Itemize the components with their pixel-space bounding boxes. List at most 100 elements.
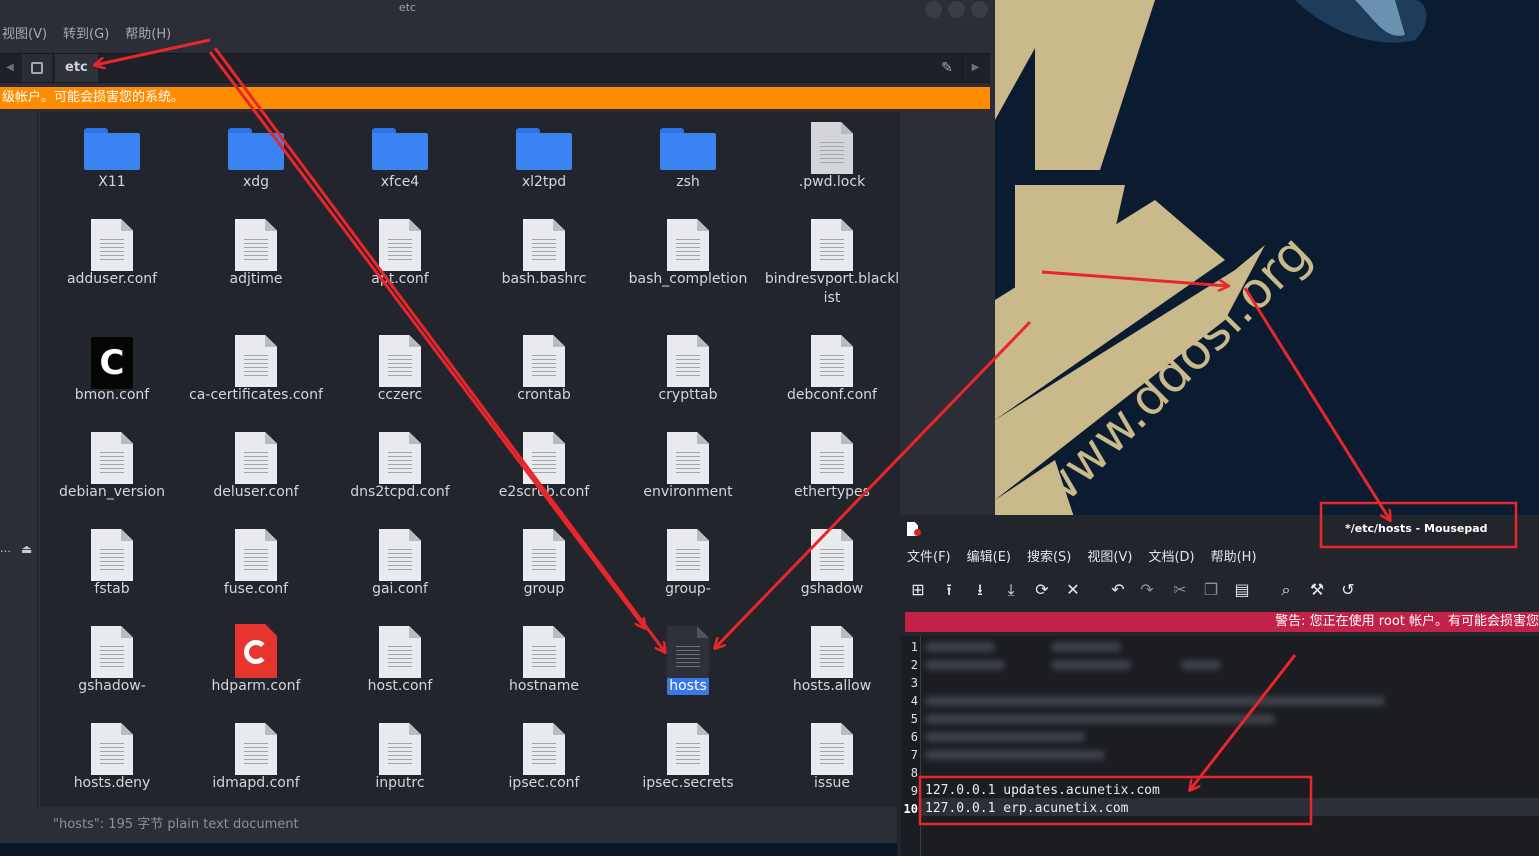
file-icon-slot [40, 112, 184, 172]
line-number: 4 [910, 694, 918, 708]
file-item[interactable]: zsh [616, 112, 760, 192]
scroll-left-icon[interactable]: ◀ [0, 54, 20, 82]
close-button[interactable] [971, 1, 988, 18]
paste-icon[interactable]: ▤ [1229, 575, 1255, 605]
menu-file[interactable]: 文件(F) [907, 546, 951, 570]
file-item[interactable]: gai.conf [328, 519, 472, 599]
file-item[interactable]: debian_version [40, 422, 184, 502]
file-item[interactable]: Cbmon.conf [40, 325, 184, 405]
go-to-icon[interactable]: ↺ [1335, 575, 1361, 605]
reload-icon[interactable]: ⟳ [1029, 575, 1055, 605]
file-item[interactable]: group [472, 519, 616, 599]
file-item[interactable]: debconf.conf [760, 325, 900, 405]
file-label: environment [616, 483, 760, 502]
file-item[interactable]: bindresvport.blacklist [760, 209, 900, 308]
file-icon-slot [616, 209, 760, 271]
file-icon-slot [40, 519, 184, 581]
file-item[interactable]: adjtime [184, 209, 328, 289]
file-item[interactable]: X11 [40, 112, 184, 192]
file-item[interactable]: bash_completion [616, 209, 760, 289]
file-item[interactable]: fuse.conf [184, 519, 328, 599]
file-icon-slot [184, 713, 328, 775]
line-number-gutter: 1 2 3 4 5 6 7 8 9 10 [901, 636, 921, 856]
text-editor[interactable]: 1 2 3 4 5 6 7 8 9 10 127.0.0.1 updates.a… [901, 636, 1539, 856]
filesystem-root-button[interactable] [22, 54, 52, 82]
menu-document[interactable]: 文档(D) [1148, 546, 1194, 570]
file-icon-slot [40, 422, 184, 484]
menu-help[interactable]: 帮助(H) [1211, 546, 1257, 570]
menu-go[interactable]: 转到(G) [63, 22, 109, 48]
file-item[interactable]: ca-certificates.conf [184, 325, 328, 405]
edit-path-icon[interactable]: ✎ [935, 54, 959, 82]
save-icon[interactable]: ⭳ [967, 575, 993, 605]
maximize-button[interactable] [948, 1, 965, 18]
menu-view[interactable]: 视图(V) [2, 22, 47, 48]
new-document-icon[interactable]: ⊞ [905, 575, 931, 605]
file-item[interactable]: hosts [616, 616, 760, 696]
file-item[interactable]: crontab [472, 325, 616, 405]
file-item[interactable]: crypttab [616, 325, 760, 405]
undo-icon[interactable]: ↶ [1105, 575, 1131, 605]
file-item[interactable]: ethertypes [760, 422, 900, 502]
scroll-right-icon[interactable]: ▶ [962, 54, 988, 82]
file-label: ethertypes [760, 483, 900, 502]
cut-icon[interactable]: ✂ [1167, 575, 1193, 605]
file-name: ipsec.conf [508, 775, 580, 791]
save-as-icon[interactable]: ⤓ [998, 575, 1024, 605]
file-item[interactable]: e2scrub.conf [472, 422, 616, 502]
document-icon [811, 335, 853, 387]
menu-view[interactable]: 视图(V) [1087, 546, 1132, 570]
menu-search[interactable]: 搜索(S) [1027, 546, 1071, 570]
open-icon[interactable]: ⭱ [936, 575, 962, 605]
file-item[interactable]: ipsec.secrets [616, 713, 760, 793]
file-item[interactable]: deluser.conf [184, 422, 328, 502]
eject-icon[interactable]: ⏏ [21, 542, 32, 556]
file-item[interactable]: .pwd.lock [760, 112, 900, 192]
file-item[interactable]: idmapd.conf [184, 713, 328, 793]
file-item[interactable]: fstab [40, 519, 184, 599]
file-item[interactable]: inputrc [328, 713, 472, 793]
menu-help[interactable]: 帮助(H) [125, 22, 171, 48]
document-icon [379, 723, 421, 775]
minimize-button[interactable] [925, 1, 942, 18]
menubar: 文件(F) 编辑(E) 搜索(S) 视图(V) 文档(D) 帮助(H) [897, 546, 1257, 570]
file-item[interactable]: apt.conf [328, 209, 472, 289]
redacted-text [1051, 642, 1121, 652]
file-item[interactable]: cczerc [328, 325, 472, 405]
file-item[interactable]: gshadow- [40, 616, 184, 696]
file-item[interactable]: adduser.conf [40, 209, 184, 289]
close-icon[interactable]: ✕ [1060, 575, 1086, 605]
find-icon[interactable]: ⌕ [1273, 575, 1299, 605]
menubar: 视图(V) 转到(G) 帮助(H) [0, 22, 171, 48]
find-replace-icon[interactable]: ⚒ [1304, 575, 1330, 605]
document-icon [811, 529, 853, 581]
file-item[interactable]: hosts.allow [760, 616, 900, 696]
document-icon [91, 723, 133, 775]
document-icon [811, 432, 853, 484]
file-item[interactable]: hdparm.conf [184, 616, 328, 696]
redo-icon[interactable]: ↷ [1134, 575, 1160, 605]
file-item[interactable]: ipsec.conf [472, 713, 616, 793]
file-item[interactable]: gshadow [760, 519, 900, 599]
file-item[interactable]: host.conf [328, 616, 472, 696]
file-item[interactable]: group- [616, 519, 760, 599]
file-item[interactable]: xfce4 [328, 112, 472, 192]
root-warning-banner: 警告: 您正在使用 root 帐户。有可能会损害您 [905, 612, 1539, 632]
redacted-text [925, 642, 995, 652]
copy-icon[interactable]: ❐ [1198, 575, 1224, 605]
file-name: ethertypes [794, 484, 870, 500]
breadcrumb-etc[interactable]: etc [55, 54, 98, 82]
file-item[interactable]: dns2tcpd.conf [328, 422, 472, 502]
file-item[interactable]: issue [760, 713, 900, 793]
file-name: gshadow [800, 581, 864, 597]
menu-edit[interactable]: 编辑(E) [967, 546, 1011, 570]
file-item[interactable]: environment [616, 422, 760, 502]
sidebar-item-ellipsis[interactable]: … [0, 542, 11, 555]
file-item[interactable]: bash.bashrc [472, 209, 616, 289]
file-label: inputrc [328, 774, 472, 793]
document-icon [379, 626, 421, 678]
file-item[interactable]: xl2tpd [472, 112, 616, 192]
file-item[interactable]: xdg [184, 112, 328, 192]
file-item[interactable]: hostname [472, 616, 616, 696]
file-item[interactable]: hosts.deny [40, 713, 184, 793]
